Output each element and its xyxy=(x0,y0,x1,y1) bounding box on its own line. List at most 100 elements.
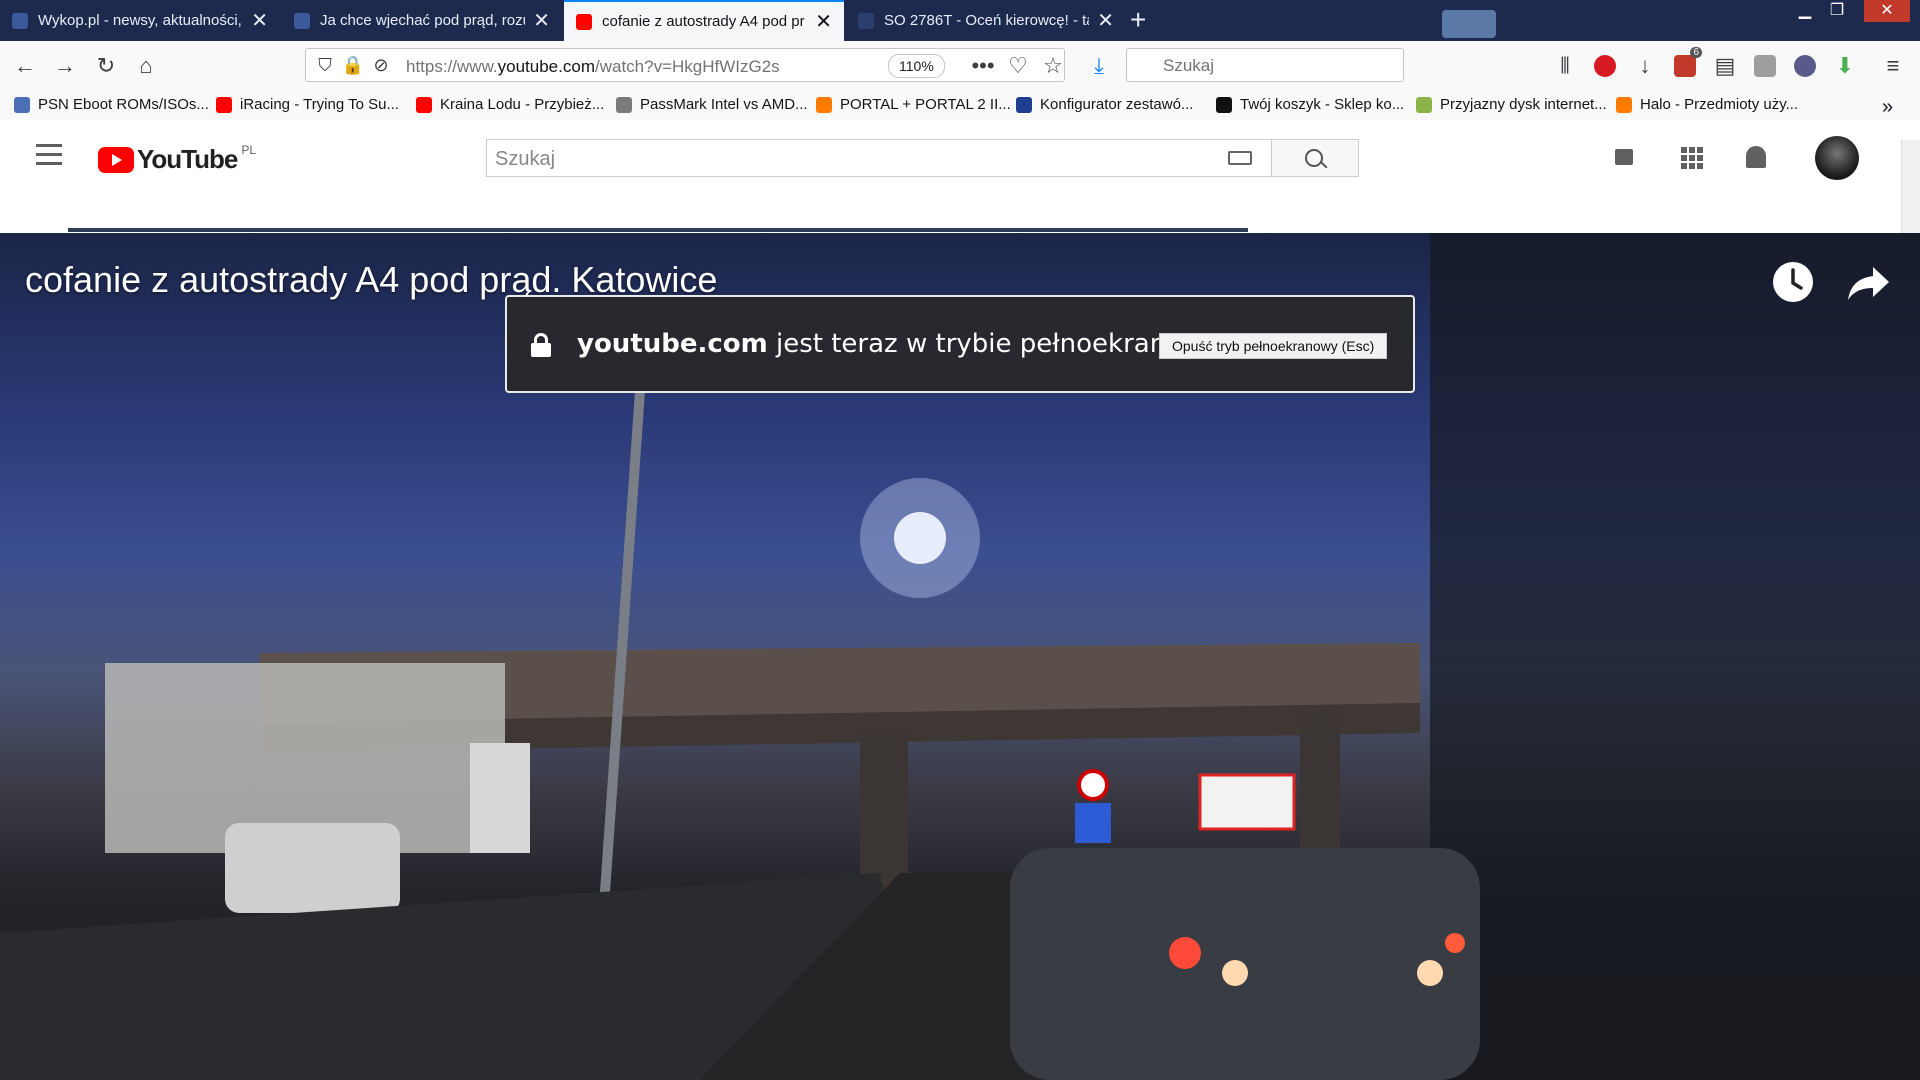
bookmark-label: Kraina Lodu - Przybież... xyxy=(440,96,605,113)
address-bar[interactable]: ⛉ 🔒 ⊘ https://www.youtube.com/watch?v=Hk… xyxy=(305,48,1065,82)
video-player[interactable]: cofanie z autostrady A4 pod prąd. Katowi… xyxy=(0,233,1920,1080)
allegro-favicon-icon xyxy=(1616,96,1632,113)
close-icon[interactable]: ✕ xyxy=(815,12,832,32)
new-tab-plus-icon[interactable]: + xyxy=(1130,4,1146,36)
youtube-search-input[interactable]: Szukaj xyxy=(486,139,1272,177)
bookmarks-toolbar: PSN Eboot ROMs/ISOs... iRacing - Trying … xyxy=(0,91,1920,121)
bookmark-item[interactable]: Przyjazny dysk internet... xyxy=(1416,96,1607,113)
region-code: PL xyxy=(241,142,257,157)
create-video-icon[interactable] xyxy=(1615,149,1633,165)
page-actions-more-icon[interactable]: ••• xyxy=(970,53,996,79)
tab-title: cofanie z autostrady A4 pod pr xyxy=(602,13,805,30)
bookmark-label: PORTAL + PORTAL 2 II... xyxy=(840,96,1011,113)
bookmark-label: Przyjazny dysk internet... xyxy=(1440,96,1607,113)
library-icon[interactable]: ⫴ xyxy=(1552,53,1578,79)
lock-icon[interactable]: 🔒 xyxy=(340,52,366,78)
avatar[interactable] xyxy=(1815,136,1859,180)
extension-info-icon[interactable] xyxy=(1754,55,1776,77)
share-arrow-icon[interactable] xyxy=(1845,259,1891,305)
downloads-arrow-icon[interactable]: ↓ xyxy=(1632,53,1658,79)
keyboard-icon[interactable] xyxy=(1228,151,1252,165)
wykop-favicon-icon xyxy=(12,12,28,29)
bookmark-label: Konfigurator zestawó... xyxy=(1040,96,1194,113)
bookmark-label: Twój koszyk - Sklep ko... xyxy=(1240,96,1405,113)
bookmark-item[interactable]: PassMark Intel vs AMD... xyxy=(616,96,808,113)
page-scrollbar[interactable] xyxy=(1901,140,1920,233)
bookmark-item[interactable]: Konfigurator zestawó... xyxy=(1016,96,1193,113)
tab-title: Wykop.pl - newsy, aktualności, xyxy=(38,12,242,29)
notifications-bell-icon[interactable] xyxy=(1746,146,1766,168)
tab-youtube-active[interactable]: cofanie z autostrady A4 pod pr ✕ xyxy=(564,0,844,41)
shield-icon[interactable]: ⛉ xyxy=(312,52,338,78)
mega-extension-icon[interactable] xyxy=(1594,55,1616,77)
bookmark-item[interactable]: iRacing - Trying To Su... xyxy=(216,96,399,113)
browser-search-input[interactable]: Szukaj xyxy=(1126,48,1404,82)
more-bookmarks-chevron-icon[interactable]: » xyxy=(1882,96,1893,119)
exit-fullscreen-button[interactable]: Opuść tryb pełnoekranowy (Esc) xyxy=(1159,333,1388,359)
tab-strip: Wykop.pl - newsy, aktualności, ✕ Ja chce… xyxy=(0,0,1920,41)
bookmark-item[interactable]: Kraina Lodu - Przybież... xyxy=(416,96,604,113)
bookmark-item[interactable]: Halo - Przedmioty uży... xyxy=(1616,96,1798,113)
bookmark-label: PassMark Intel vs AMD... xyxy=(640,96,808,113)
search-icon-handle xyxy=(1320,161,1328,169)
fullscreen-notification: youtube.com jest teraz w trybie pełnoekr… xyxy=(505,295,1415,393)
x-kom-favicon-icon xyxy=(1216,96,1232,113)
bookmark-label: PSN Eboot ROMs/ISOs... xyxy=(38,96,209,113)
home-icon[interactable]: ⌂ xyxy=(133,53,159,79)
hamburger-menu-icon[interactable]: ≡ xyxy=(1880,53,1906,79)
search-icon xyxy=(1305,149,1323,167)
forward-arrow-icon[interactable]: → xyxy=(52,53,78,79)
youtube-play-logo-icon xyxy=(98,146,134,173)
bookmark-item[interactable]: PSN Eboot ROMs/ISOs... xyxy=(14,96,209,113)
bookmark-label: iRacing - Trying To Su... xyxy=(240,96,399,113)
fullscreen-message: youtube.com jest teraz w trybie pełnoekr… xyxy=(577,329,1245,359)
site-favicon-icon xyxy=(1016,96,1032,113)
adblock-plus-icon[interactable]: 6 xyxy=(1674,47,1702,77)
window-close-icon[interactable]: ✕ xyxy=(1864,0,1910,22)
lock-icon xyxy=(531,333,551,357)
close-icon[interactable]: ✕ xyxy=(533,11,550,31)
sidebar-icon[interactable]: ▤ xyxy=(1712,53,1738,79)
youtube-favicon-icon xyxy=(216,96,232,113)
adblock-count-badge: 6 xyxy=(1690,47,1702,58)
youtube-search-button[interactable] xyxy=(1271,139,1359,177)
player-top-edge xyxy=(68,228,1248,232)
url-text: https://www.youtube.com/watch?v=HkgHfWIz… xyxy=(406,57,780,76)
site-favicon-icon xyxy=(858,12,874,29)
youtube-favicon-icon xyxy=(416,96,432,113)
tab-wykop[interactable]: Wykop.pl - newsy, aktualności, ✕ xyxy=(0,0,280,41)
autoplay-blocked-icon[interactable]: ⊘ xyxy=(368,52,394,78)
apps-grid-icon[interactable] xyxy=(1681,147,1703,169)
pocket-icon[interactable]: ♡ xyxy=(1005,53,1031,79)
tab-oceń-kierowcę[interactable]: SO 2786T - Oceń kierowcę! - ta ✕ xyxy=(846,0,1126,41)
tab-title: SO 2786T - Oceń kierowcę! - ta xyxy=(884,12,1090,29)
zoom-level-badge[interactable]: 110% xyxy=(888,54,945,78)
reload-icon[interactable]: ↻ xyxy=(93,53,119,79)
guide-menu-icon[interactable] xyxy=(36,144,62,165)
passmark-favicon-icon xyxy=(616,96,632,113)
tab-title: Ja chce wjechać pod prąd, rozu xyxy=(320,12,526,29)
back-arrow-icon[interactable]: ← xyxy=(12,53,38,79)
green-arrow-extension-icon[interactable]: ⬇ xyxy=(1832,53,1858,79)
extension-profile-icon[interactable] xyxy=(1794,55,1816,77)
close-icon[interactable]: ✕ xyxy=(1097,11,1114,31)
download-icon[interactable]: ⤓ xyxy=(1086,53,1112,79)
tab-preview-thumbnail xyxy=(1442,10,1496,38)
maximize-icon[interactable]: ❐ xyxy=(1822,0,1852,22)
bookmark-item[interactable]: PORTAL + PORTAL 2 II... xyxy=(816,96,1011,113)
youtube-logo[interactable]: YouTube PL xyxy=(98,142,257,175)
minimize-icon[interactable]: ▁ xyxy=(1790,0,1820,22)
bookmark-item[interactable]: Twój koszyk - Sklep ko... xyxy=(1216,96,1404,113)
youtube-favicon-icon xyxy=(576,13,592,30)
bookmark-favicon-icon xyxy=(14,96,30,113)
youtube-masthead: YouTube PL Szukaj xyxy=(0,120,1920,196)
close-icon[interactable]: ✕ xyxy=(251,11,268,31)
wykop-favicon-icon xyxy=(294,12,310,29)
bookmark-label: Halo - Przedmioty uży... xyxy=(1640,96,1799,113)
tab-wykop-2[interactable]: Ja chce wjechać pod prąd, rozu ✕ xyxy=(282,0,562,41)
watch-later-clock-icon[interactable] xyxy=(1770,259,1816,305)
bookmark-star-icon[interactable]: ☆ xyxy=(1040,53,1066,79)
nav-toolbar: ← → ↻ ⌂ ⛉ 🔒 ⊘ https://www.youtube.com/wa… xyxy=(0,41,1920,92)
chomikuj-favicon-icon xyxy=(1416,96,1432,113)
youtube-wordmark: YouTube xyxy=(137,144,238,174)
